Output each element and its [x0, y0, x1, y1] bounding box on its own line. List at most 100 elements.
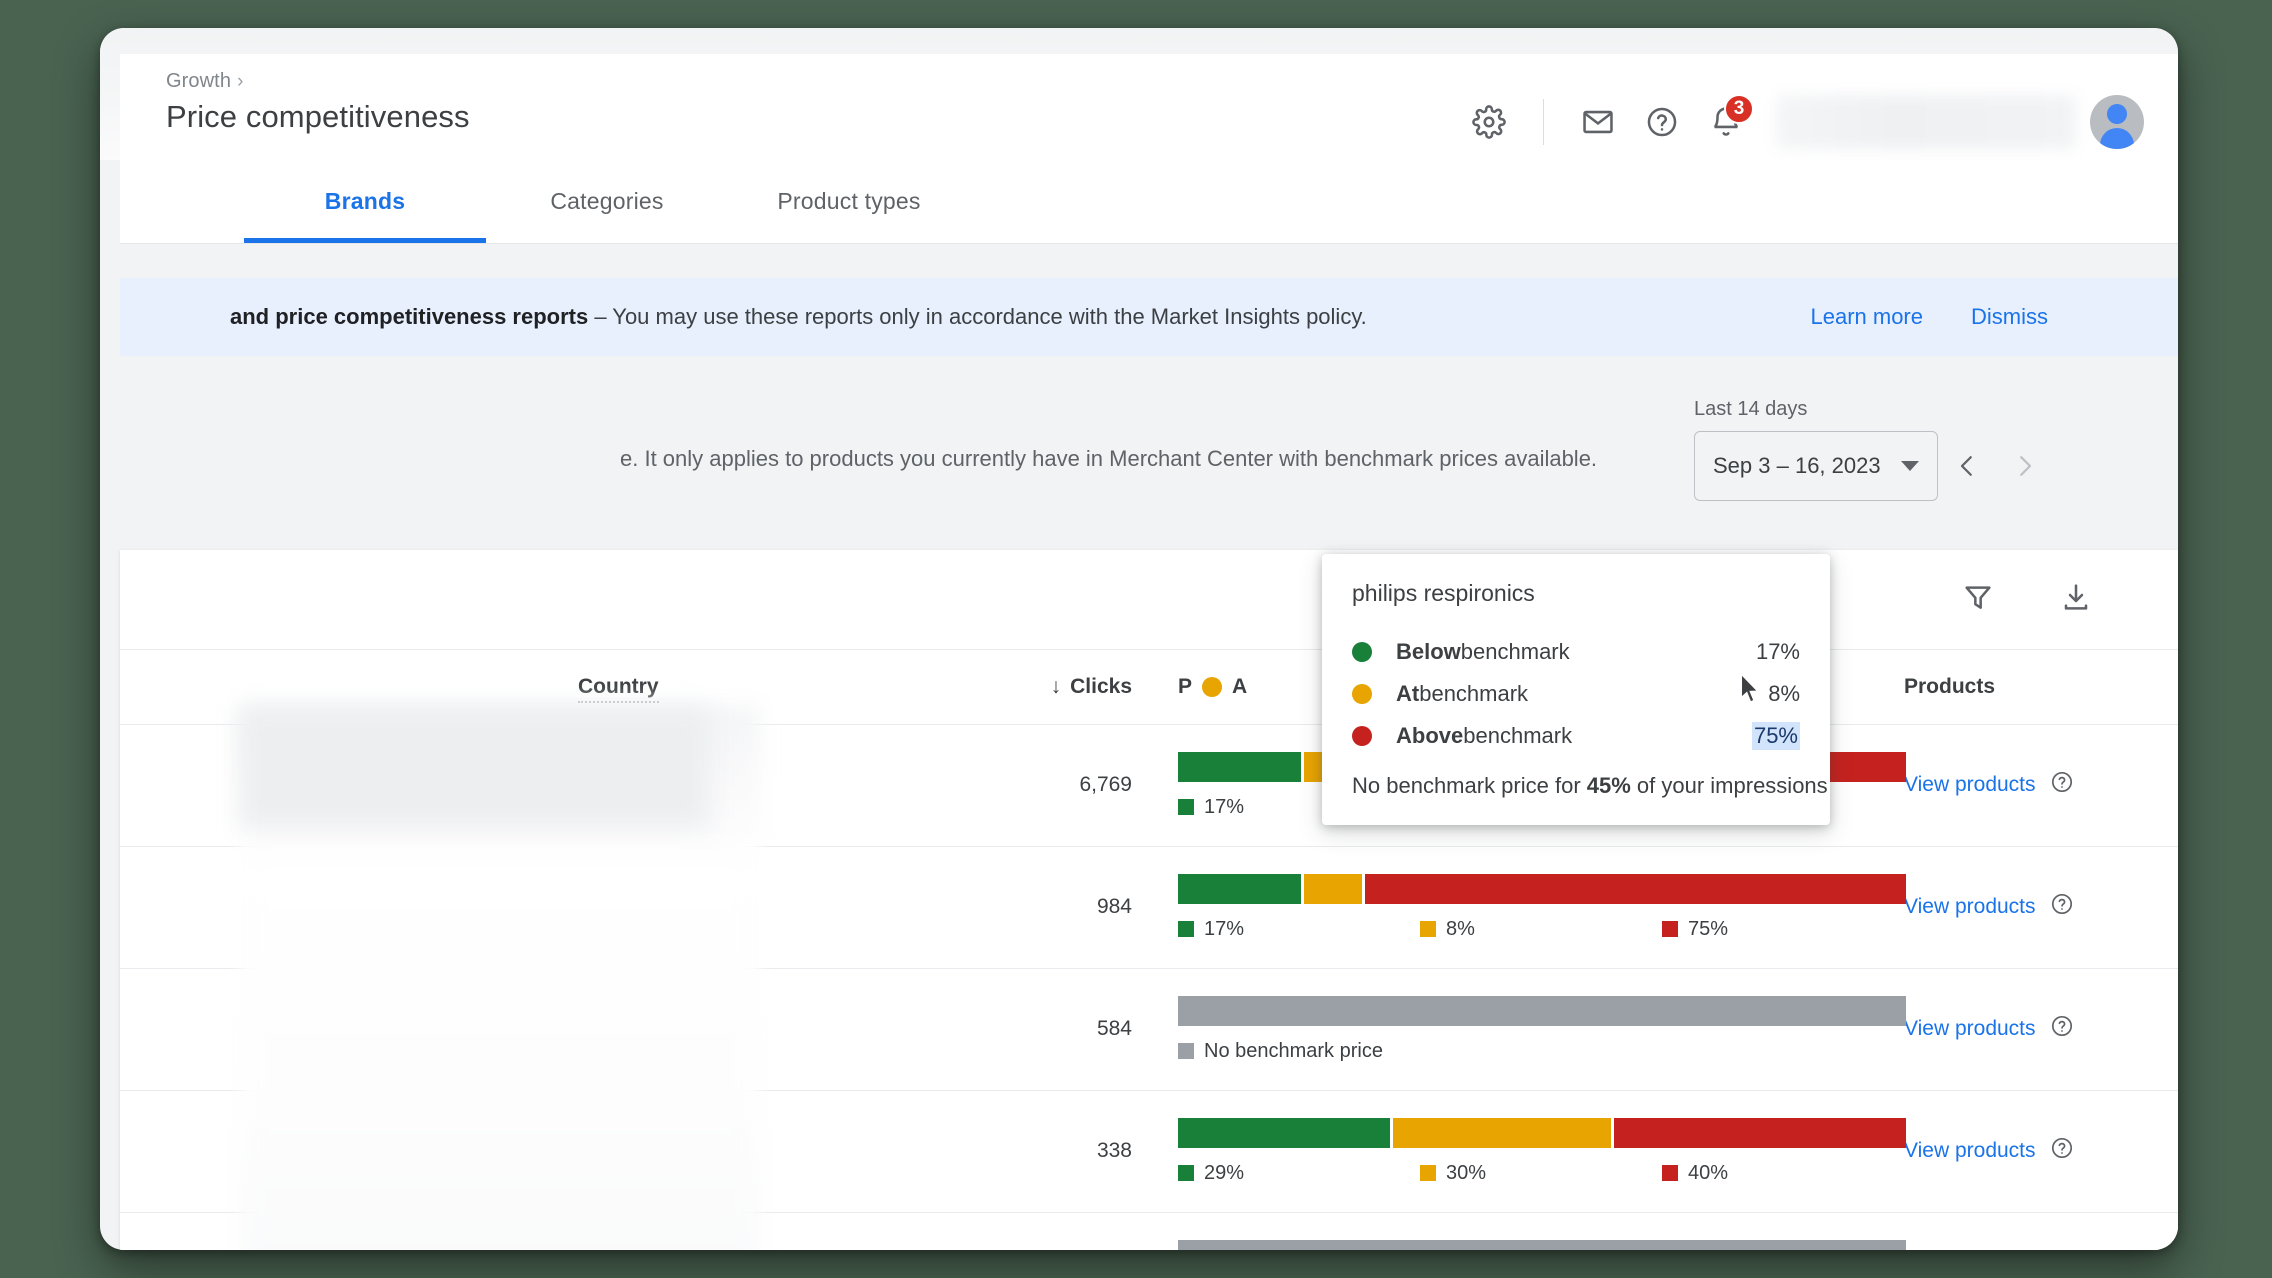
bar-segment-green[interactable]: [1178, 873, 1301, 904]
policy-banner: and price competitiveness reports – You …: [120, 278, 2178, 356]
row-brand-cell-redacted: [120, 724, 578, 846]
breadcrumb: Growth › Price competitiveness: [166, 70, 470, 135]
help-circle-icon[interactable]: [2050, 1014, 2074, 1044]
legend-item: 40%: [1662, 1162, 1728, 1185]
help-circle-icon[interactable]: [2050, 770, 2074, 800]
cell-clicks: 984: [1096, 895, 1132, 918]
table-header-row: Country ↓ Clicks P A Products: [120, 650, 2178, 725]
help-button[interactable]: [1630, 90, 1694, 154]
tooltip-dot-green: [1352, 642, 1372, 662]
legend-swatch-green: [1178, 1165, 1194, 1181]
bar-legend: 29% 30% 40%: [1178, 1162, 1906, 1185]
th-products-label: Products: [1904, 674, 1996, 698]
cell-price-benchmark[interactable]: 29% 30% 40%: [1178, 1090, 1906, 1212]
chevron-down-icon: [1901, 461, 1919, 471]
tab-categories[interactable]: Categories: [486, 160, 728, 243]
cell-price-benchmark[interactable]: 17% 8% 75%: [1178, 846, 1906, 968]
avatar[interactable]: [2090, 95, 2144, 149]
header-inner: Growth › Price competitiveness 3: [120, 54, 2178, 160]
th-clicks[interactable]: ↓ Clicks: [908, 650, 1178, 725]
breadcrumb-label: Growth: [166, 70, 232, 92]
bar-segment-grey[interactable]: [1178, 995, 1906, 1026]
legend-item: 17%: [1178, 918, 1420, 941]
date-next-button[interactable]: [1996, 437, 2054, 495]
learn-more-link[interactable]: Learn more: [1810, 304, 1923, 330]
header-divider: [1543, 99, 1544, 145]
banner-actions: Learn more Dismiss: [1810, 304, 2178, 330]
bar-segment-red[interactable]: [1614, 1117, 1906, 1148]
notification-badge: 3: [1724, 94, 1754, 124]
view-products-link[interactable]: View products: [1904, 895, 2036, 919]
legend-swatch-red: [1662, 921, 1678, 937]
table-row[interactable]: US 984 17% 8% 75% View products: [120, 846, 2178, 968]
desktop-background: Growth › Price competitiveness 3 Brands …: [0, 0, 2272, 1278]
benchmark-bar-wrapper: No benchmark price: [1178, 1239, 1906, 1250]
table-row[interactable]: SG308No benchmark priceView products: [120, 1212, 2178, 1250]
th-products: Products: [1878, 650, 2178, 725]
tab-brands[interactable]: Brands: [244, 160, 486, 243]
bar-segment-amber[interactable]: [1392, 1117, 1612, 1148]
sort-descending-icon: ↓: [1050, 674, 1062, 698]
date-range-select[interactable]: Sep 3 – 16, 2023: [1694, 431, 1938, 501]
table-row[interactable]: US6,76917%8%75%View products: [120, 724, 2178, 846]
download-button[interactable]: [2050, 574, 2102, 626]
filter-button[interactable]: [1952, 574, 2004, 626]
bar-segment-amber[interactable]: [1303, 873, 1362, 904]
view-products-link[interactable]: View products: [1904, 1017, 2036, 1041]
filter-icon: [1962, 581, 1994, 618]
tooltip-row-bold: Above: [1396, 723, 1464, 748]
row-brand-cell-redacted: [120, 846, 578, 968]
tooltip-row-value[interactable]: 8%: [1768, 681, 1800, 707]
benchmark-bar[interactable]: [1178, 1117, 1906, 1148]
date-range-row: Sep 3 – 16, 2023: [1694, 431, 2066, 501]
tooltip-row-bold: Below: [1396, 639, 1461, 664]
tooltip-footer-bold: 45%: [1586, 773, 1631, 798]
tooltip-row-value[interactable]: 17%: [1756, 639, 1800, 665]
notifications-button[interactable]: 3: [1694, 90, 1758, 154]
cell-price-benchmark[interactable]: No benchmark price: [1178, 1212, 1906, 1250]
settings-button[interactable]: [1457, 90, 1521, 154]
cell-products: View products: [1878, 846, 2178, 968]
th-price-label: P: [1178, 674, 1193, 698]
bar-segment-green[interactable]: [1178, 751, 1301, 782]
bar-segment-red[interactable]: [1364, 873, 1906, 904]
tooltip-row-value[interactable]: 75%: [1751, 722, 1800, 750]
view-products-link[interactable]: View products: [1904, 1139, 2036, 1163]
table-row[interactable]: US 338 29% 30% 40% View products: [120, 1090, 2178, 1212]
view-products-link[interactable]: View products: [1904, 773, 2036, 797]
tooltip-dot-amber: [1352, 684, 1372, 704]
date-range-value: Sep 3 – 16, 2023: [1713, 453, 1881, 478]
banner-text-rest: – You may use these reports only in acco…: [588, 304, 1367, 329]
benchmark-bar[interactable]: [1178, 995, 1906, 1026]
chevron-right-icon: ›: [237, 70, 244, 92]
cell-price-benchmark[interactable]: No benchmark price: [1178, 968, 1906, 1090]
header-icon-group: 3: [1457, 90, 2178, 154]
legend-label: 17%: [1204, 917, 1245, 940]
tab-product-types[interactable]: Product types: [728, 160, 970, 243]
bar-segment-grey[interactable]: [1178, 1239, 1906, 1250]
help-circle-icon[interactable]: [2050, 1136, 2074, 1166]
price-competitiveness-table: Country ↓ Clicks P A Products US 6,769 1…: [120, 650, 2178, 1250]
page-title: Price competitiveness: [166, 99, 470, 134]
banner-text-bold: and price competitiveness reports: [230, 304, 589, 329]
cell-products: View products: [1878, 968, 2178, 1090]
benchmark-bar[interactable]: [1178, 873, 1906, 904]
date-prev-button[interactable]: [1938, 437, 1996, 495]
th-at-label: A: [1232, 674, 1248, 698]
cell-country: TH: [578, 1017, 606, 1040]
tab-bar: Brands Categories Product types: [120, 160, 2178, 244]
cell-clicks: 6,769: [1079, 773, 1132, 796]
help-circle-icon[interactable]: [2050, 892, 2074, 922]
legend-label: 8%: [1446, 917, 1475, 940]
bar-segment-green[interactable]: [1178, 1117, 1390, 1148]
view-products-wrapper: View products: [1904, 892, 2178, 922]
breadcrumb-growth[interactable]: Growth ›: [166, 70, 470, 93]
mail-button[interactable]: [1566, 90, 1630, 154]
th-country[interactable]: Country: [578, 650, 908, 725]
tooltip-footer-pre: No benchmark price for: [1352, 773, 1587, 798]
benchmark-bar[interactable]: [1178, 1239, 1906, 1250]
table-row[interactable]: TH 584 No benchmark price View products: [120, 968, 2178, 1090]
dismiss-button[interactable]: Dismiss: [1971, 304, 2048, 330]
cell-country: US: [578, 895, 608, 918]
banner-text: and price competitiveness reports – You …: [230, 304, 1367, 330]
